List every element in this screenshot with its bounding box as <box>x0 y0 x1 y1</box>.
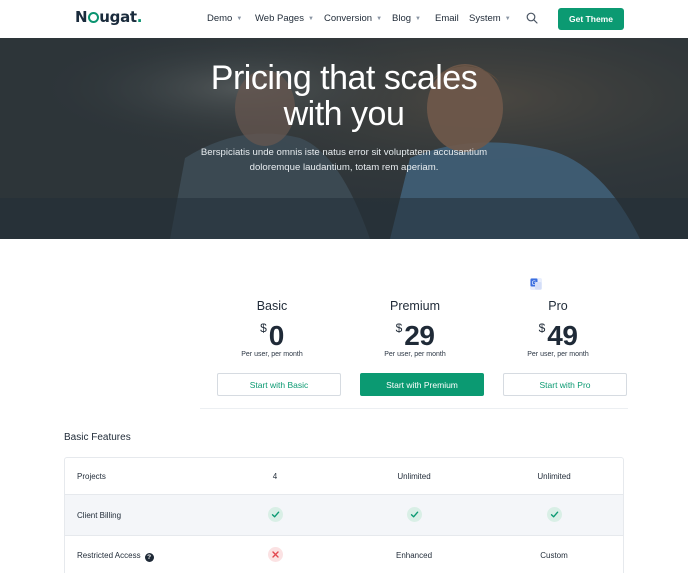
menu-item-web-pages[interactable]: Web Pages ▼ <box>255 13 314 24</box>
premium-value <box>354 507 474 524</box>
start-basic-button[interactable]: Start with Basic <box>217 373 341 396</box>
chevron-down-icon: ▼ <box>415 16 421 22</box>
hero-title: Pricing that scales with you <box>0 60 688 132</box>
pro-value <box>494 507 614 524</box>
chevron-down-icon: ▼ <box>236 16 243 22</box>
help-icon[interactable]: ? <box>144 553 154 562</box>
plan-name: Pro <box>548 299 568 313</box>
start-pro-button[interactable]: Start with Pro <box>503 373 627 396</box>
menu-item-conversion[interactable]: Conversion ▼ <box>324 13 382 24</box>
hero-subtitle-line1: Berspiciatis unde omnis iste natus error… <box>200 147 488 158</box>
plan-basic: Basic $0 Per user, per month <box>210 299 334 358</box>
check-icon <box>267 507 283 522</box>
start-premium-button[interactable]: Start with Premium <box>360 373 484 396</box>
logo-suffix: ugat <box>99 8 137 26</box>
price-amount: 0 <box>268 320 285 351</box>
plan-period: Per user, per month <box>384 351 446 358</box>
premium-value: Unlimited <box>397 472 431 481</box>
feature-label: Restricted Access? <box>77 551 154 562</box>
table-row: Projects 4 Unlimited Unlimited <box>65 458 623 494</box>
get-theme-button[interactable]: Get Theme <box>558 8 624 30</box>
currency-symbol: $ <box>538 321 546 335</box>
plan-pro: Pro $49 Per user, per month <box>496 299 620 358</box>
plan-period: Per user, per month <box>527 351 589 358</box>
logo[interactable]: Nugat. <box>75 8 143 26</box>
features-section-title: Basic Features <box>64 432 131 443</box>
menu-item-system[interactable]: System ▼ <box>469 13 511 24</box>
premium-value: Enhanced <box>395 551 433 560</box>
features-table: Projects 4 Unlimited Unlimited Client Bi… <box>64 457 624 573</box>
chevron-down-icon: ▼ <box>504 16 511 22</box>
check-icon <box>406 507 422 522</box>
chevron-down-icon: ▼ <box>307 16 314 22</box>
chevron-down-icon: ▼ <box>376 16 383 22</box>
table-row: Restricted Access? Enhanced Custom <box>65 536 623 573</box>
cross-icon <box>267 547 283 562</box>
menu-item-blog[interactable]: Blog ▼ <box>392 13 421 24</box>
logo-prefix: N <box>75 8 88 26</box>
hero-title-line2: with you <box>283 95 405 133</box>
plan-name: Basic <box>256 299 288 313</box>
menu-item-demo[interactable]: Demo ▼ <box>207 13 242 24</box>
basic-value <box>215 507 335 524</box>
currency-symbol: $ <box>395 321 403 335</box>
pro-value: Unlimited <box>537 472 571 481</box>
menu-item-label: Demo <box>207 13 233 24</box>
search-icon[interactable] <box>526 12 538 24</box>
table-row: Client Billing <box>65 495 623 535</box>
check-icon <box>546 507 562 522</box>
top-navbar: Nugat. Demo ▼ Web Pages ▼ Conversion ▼ Blog… <box>0 0 688 38</box>
basic-value <box>215 547 335 564</box>
plan-price: $49 <box>496 320 620 351</box>
menu-item-label: Web Pages <box>255 13 304 24</box>
basic-value: 4 <box>272 472 278 481</box>
hero-subtitle: Berspiciatis unde omnis iste natus error… <box>180 145 508 175</box>
menu-item-email[interactable]: Email <box>435 13 459 24</box>
pro-value: Custom <box>540 551 568 560</box>
plan-name: Premium <box>389 299 440 313</box>
plan-price: $29 <box>353 320 477 351</box>
price-amount: 49 <box>547 320 578 351</box>
menu-item-label: Email <box>435 13 459 24</box>
plan-premium: Premium $29 Per user, per month <box>353 299 477 358</box>
translate-icon[interactable]: G <box>530 278 542 290</box>
logo-dot: . <box>136 8 143 26</box>
menu-item-label: Blog <box>392 13 412 24</box>
plan-period: Per user, per month <box>241 351 303 358</box>
pricing-divider <box>200 408 628 409</box>
menu-item-label: Conversion <box>324 13 373 24</box>
feature-label: Projects <box>77 472 106 481</box>
logo-o-mark <box>87 11 99 23</box>
plan-price: $0 <box>210 320 334 351</box>
price-amount: 29 <box>404 320 435 351</box>
menu-item-label: System <box>469 13 501 24</box>
hero-title-line1: Pricing that scales <box>210 59 478 97</box>
feature-label-text: Restricted Access <box>77 551 141 560</box>
hero-subtitle-line2: doloremque laudantium, totam rem aperiam… <box>249 162 439 173</box>
hero-banner: Pricing that scales with you Berspiciati… <box>0 38 688 239</box>
currency-symbol: $ <box>260 321 267 335</box>
feature-label: Client Billing <box>77 511 122 520</box>
